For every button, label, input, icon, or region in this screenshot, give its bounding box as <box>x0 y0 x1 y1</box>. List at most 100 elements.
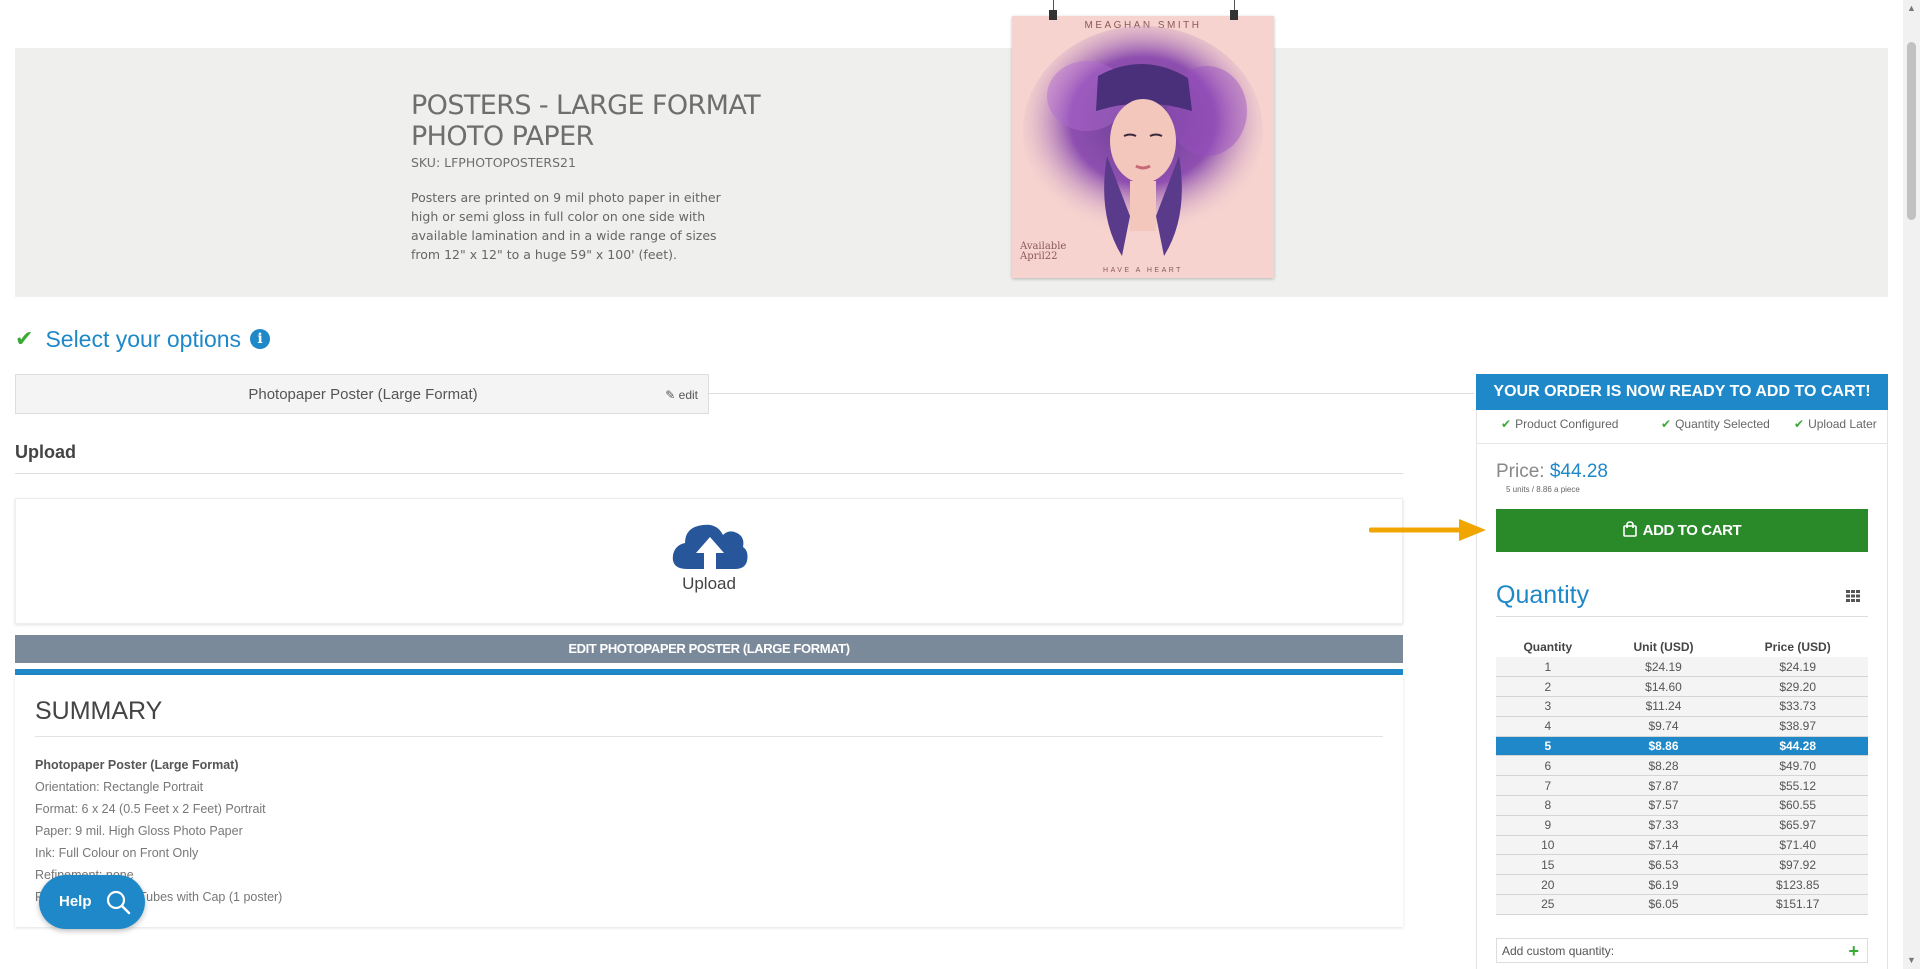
custom-quantity-field[interactable]: Add custom quantity: + <box>1496 938 1868 963</box>
product-hero <box>15 48 1888 297</box>
table-row[interactable]: 7 $7.87 $55.12 <box>1496 775 1868 797</box>
table-cell: 1 <box>1496 657 1600 678</box>
scrollbar-thumb[interactable] <box>1907 42 1916 220</box>
table-row[interactable]: 20 $6.19 $123.85 <box>1496 874 1868 896</box>
table-cell: $60.55 <box>1727 795 1868 816</box>
summary-orientation: Orientation: Rectangle Portrait <box>35 780 204 794</box>
divider <box>1496 616 1868 617</box>
table-cell: $29.20 <box>1727 676 1868 698</box>
table-cell: 7 <box>1496 775 1600 797</box>
table-cell: $7.87 <box>1599 775 1728 797</box>
table-row[interactable]: 2 $14.60 $29.20 <box>1496 676 1868 698</box>
scroll-up-arrow[interactable]: ▲ <box>1903 0 1920 17</box>
summary-title: SUMMARY <box>35 697 163 725</box>
poster-artwork <box>1023 26 1263 256</box>
divider <box>1476 443 1888 444</box>
table-cell: 9 <box>1496 815 1600 836</box>
table-cell: 2 <box>1496 676 1600 698</box>
table-cell: $24.19 <box>1599 657 1728 678</box>
info-icon[interactable]: i <box>250 329 271 349</box>
table-row[interactable]: 9 $7.33 $65.97 <box>1496 815 1868 836</box>
table-cell: $7.33 <box>1599 815 1728 836</box>
poster-availability: Available April22 <box>1020 241 1067 262</box>
upload-heading: Upload <box>15 442 76 462</box>
table-cell: $8.86 <box>1599 736 1728 757</box>
product-title: POSTERS - LARGE FORMAT PHOTO PAPER <box>411 90 761 152</box>
table-cell: $9.74 <box>1599 716 1728 737</box>
cloud-upload-icon <box>672 524 748 569</box>
divider <box>35 736 1383 737</box>
table-row[interactable]: 5 $8.86 $44.28 <box>1496 736 1868 757</box>
table-cell: 6 <box>1496 755 1600 777</box>
table-cell: 8 <box>1496 795 1600 816</box>
shopping-bag-icon <box>1622 521 1637 537</box>
table-cell: 4 <box>1496 716 1600 737</box>
help-button[interactable]: Help <box>39 875 145 929</box>
table-cell: $14.60 <box>1599 676 1728 698</box>
table-cell: $55.12 <box>1727 775 1868 797</box>
table-cell: $123.85 <box>1727 874 1868 896</box>
table-cell: $7.57 <box>1599 795 1728 816</box>
table-row[interactable]: 15 $6.53 $97.92 <box>1496 854 1868 876</box>
divider <box>15 473 1403 474</box>
edit-product-button[interactable]: EDIT PHOTOPAPER POSTER (LARGE FORMAT) <box>15 635 1403 663</box>
table-cell: 10 <box>1496 835 1600 856</box>
table-row[interactable]: 6 $8.28 $49.70 <box>1496 755 1868 777</box>
check-icon: ✔ <box>1794 417 1805 431</box>
divider <box>709 393 1474 394</box>
check-icon: ✔ <box>1501 417 1512 431</box>
quantity-title: Quantity <box>1496 581 1590 609</box>
upload-dropzone[interactable]: Upload <box>15 498 1403 624</box>
price-display: Price: $44.28 <box>1496 461 1608 482</box>
custom-quantity-label: Add custom quantity: <box>1502 944 1615 958</box>
table-row[interactable]: 8 $7.57 $60.55 <box>1496 795 1868 816</box>
summary-ink: Ink: Full Colour on Front Only <box>35 846 199 860</box>
status-quantity-selected: ✔ Quantity Selected <box>1661 417 1770 431</box>
table-row[interactable]: 10 $7.14 $71.40 <box>1496 835 1868 856</box>
column-header: Quantity <box>1496 637 1600 657</box>
scrollbar[interactable]: ▲ ▼ <box>1903 0 1920 969</box>
poster-tagline: HAVE A HEART <box>1103 267 1183 274</box>
status-product-configured: ✔ Product Configured <box>1501 417 1619 431</box>
summary-product: Photopaper Poster (Large Format) <box>35 758 239 772</box>
table-cell: $71.40 <box>1727 835 1868 856</box>
add-to-cart-button[interactable]: ADD TO CART <box>1496 509 1868 552</box>
check-icon: ✔ <box>15 326 34 351</box>
selected-product-label: Photopaper Poster (Large Format) <box>248 386 478 403</box>
table-cell: $7.14 <box>1599 835 1728 856</box>
table-row[interactable]: 1 $24.19 $24.19 <box>1496 657 1868 678</box>
poster-clip <box>1230 10 1238 20</box>
price-value: $44.28 <box>1549 461 1608 482</box>
table-cell: 3 <box>1496 696 1600 717</box>
summary-paper: Paper: 9 mil. High Gloss Photo Paper <box>35 824 243 838</box>
order-status-row: ✔ Product Configured ✔ Quantity Selected ✔… <box>1476 417 1888 435</box>
table-cell: $24.19 <box>1727 657 1868 678</box>
table-row[interactable]: 25 $6.05 $151.17 <box>1496 894 1868 915</box>
table-cell: $65.97 <box>1727 815 1868 836</box>
product-description: Posters are printed on 9 mil photo paper… <box>411 190 721 262</box>
scroll-down-arrow[interactable]: ▼ <box>1903 952 1920 969</box>
table-cell: $8.28 <box>1599 755 1728 777</box>
plus-icon[interactable]: + <box>1848 939 1859 963</box>
select-options-heading: ✔ Select your options i <box>15 324 271 354</box>
poster-clip <box>1049 10 1057 20</box>
table-cell: $38.97 <box>1727 716 1868 737</box>
selected-product-option[interactable]: Photopaper Poster (Large Format) ✎ edit <box>15 374 709 414</box>
table-cell: $49.70 <box>1727 755 1868 777</box>
table-row[interactable]: 4 $9.74 $38.97 <box>1496 716 1868 737</box>
summary-format: Format: 6 x 24 (0.5 Feet x 2 Feet) Portr… <box>35 802 266 816</box>
grid-icon[interactable] <box>1846 590 1860 602</box>
table-row[interactable]: 3 $11.24 $33.73 <box>1496 696 1868 717</box>
check-icon: ✔ <box>1661 417 1672 431</box>
search-icon <box>106 890 131 915</box>
table-cell: $151.17 <box>1727 894 1868 915</box>
price-per-unit: 5 units / 8.86 a piece <box>1506 485 1580 494</box>
table-cell: 15 <box>1496 854 1600 876</box>
table-cell: $33.73 <box>1727 696 1868 717</box>
table-header-row: Quantity Unit (USD) Price (USD) <box>1496 637 1868 657</box>
pencil-icon: ✎ <box>665 388 676 402</box>
edit-option-link[interactable]: ✎ edit <box>665 388 698 402</box>
table-cell: $44.28 <box>1727 736 1868 757</box>
table-cell: 20 <box>1496 874 1600 896</box>
table-cell: $6.53 <box>1599 854 1728 876</box>
